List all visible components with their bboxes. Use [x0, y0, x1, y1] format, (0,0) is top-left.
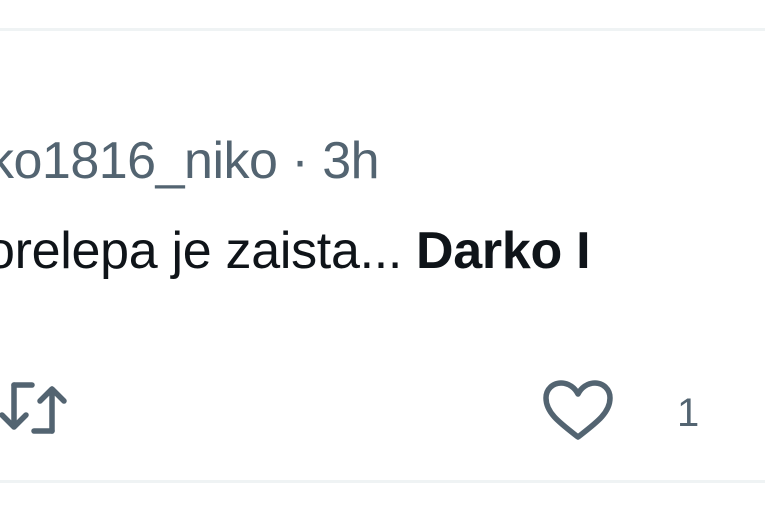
divider: [0, 480, 765, 483]
repost-icon: [0, 382, 67, 434]
mention[interactable]: Darko I: [416, 222, 590, 280]
heart-icon: [543, 380, 613, 440]
repost-button[interactable]: [0, 375, 80, 441]
page: ko1816_niko · 3h orelepa je zaista... Darko…: [0, 0, 765, 510]
post[interactable]: ko1816_niko · 3h orelepa je zaista... Darko…: [0, 31, 765, 480]
post-body: orelepa je zaista...: [0, 222, 403, 280]
separator: ·: [291, 132, 309, 190]
post-text: orelepa je zaista... Darko I: [0, 222, 591, 280]
username[interactable]: ko1816_niko: [0, 132, 278, 190]
timestamp[interactable]: 3h: [322, 132, 379, 190]
post-header: ko1816_niko · 3h: [0, 132, 380, 190]
like-count: 1: [677, 391, 700, 435]
like-button[interactable]: [540, 379, 616, 443]
